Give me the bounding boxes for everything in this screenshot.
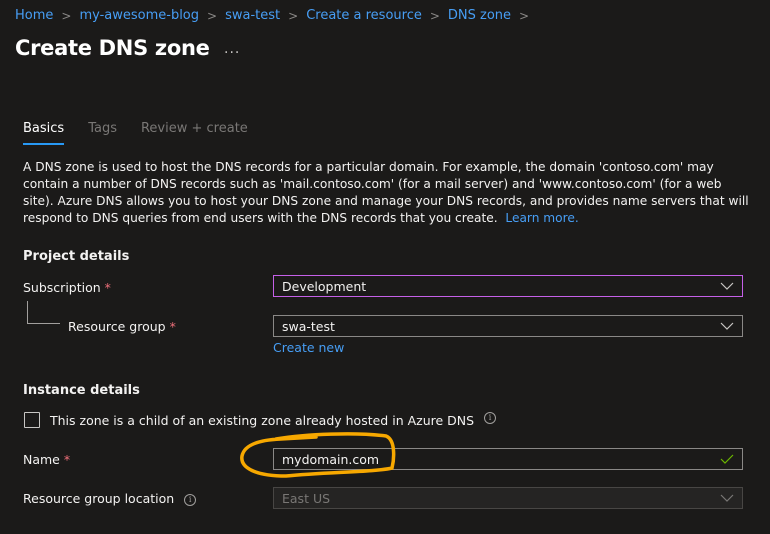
instance-details-heading: Instance details xyxy=(23,383,140,398)
learn-more-link[interactable]: Learn more. xyxy=(505,211,578,225)
chevron-down-icon xyxy=(720,322,734,330)
chevron-down-icon xyxy=(720,494,734,502)
resource-group-label: Resource group * xyxy=(68,319,176,334)
breadcrumb-create-resource[interactable]: Create a resource xyxy=(306,8,422,23)
project-details-heading: Project details xyxy=(23,249,130,264)
page-title: Create DNS zone xyxy=(15,36,210,60)
subscription-dropdown[interactable]: Development xyxy=(273,275,743,297)
chevron-right-icon: > xyxy=(61,8,72,23)
child-zone-label-text: This zone is a child of an existing zone… xyxy=(50,413,475,428)
location-label: Resource group location i xyxy=(23,491,197,506)
tree-connector xyxy=(27,301,60,324)
name-label: Name * xyxy=(23,452,70,467)
tab-review-create[interactable]: Review + create xyxy=(141,121,248,145)
checkmark-icon xyxy=(720,454,734,464)
chevron-right-icon: > xyxy=(207,8,218,23)
more-options-icon[interactable]: ... xyxy=(224,41,240,57)
info-icon[interactable]: i xyxy=(184,493,197,506)
resource-group-dropdown[interactable]: swa-test xyxy=(273,315,743,337)
chevron-right-icon: > xyxy=(519,8,530,23)
required-marker: * xyxy=(63,452,71,467)
description-text: A DNS zone is used to host the DNS recor… xyxy=(23,160,749,225)
breadcrumb-blog[interactable]: my-awesome-blog xyxy=(79,8,199,23)
name-label-text: Name xyxy=(23,452,60,467)
breadcrumb-resource-group[interactable]: swa-test xyxy=(225,8,280,23)
subscription-label: Subscription * xyxy=(23,280,111,295)
child-zone-checkbox[interactable] xyxy=(24,412,40,428)
required-marker: * xyxy=(104,280,111,295)
breadcrumb-home[interactable]: Home xyxy=(15,8,53,23)
tab-basics[interactable]: Basics xyxy=(23,121,65,145)
subscription-label-text: Subscription xyxy=(23,280,101,295)
location-dropdown: East US xyxy=(273,487,743,509)
chevron-right-icon: > xyxy=(429,8,440,23)
description: A DNS zone is used to host the DNS recor… xyxy=(23,159,753,227)
create-new-link[interactable]: Create new xyxy=(273,340,344,355)
chevron-right-icon: > xyxy=(288,8,299,23)
chevron-down-icon xyxy=(720,282,734,290)
resource-group-label-text: Resource group xyxy=(68,319,166,334)
resource-group-value: swa-test xyxy=(282,318,335,334)
tab-bar: Basics Tags Review + create xyxy=(23,121,248,145)
tab-tags[interactable]: Tags xyxy=(88,121,117,145)
breadcrumb-dns-zone[interactable]: DNS zone xyxy=(448,8,511,23)
location-label-text: Resource group location xyxy=(23,491,175,506)
required-marker: * xyxy=(169,319,176,334)
info-icon[interactable]: i xyxy=(484,411,497,424)
location-value: East US xyxy=(282,490,331,506)
annotation-circle xyxy=(240,432,396,478)
breadcrumb: Home > my-awesome-blog > swa-test > Crea… xyxy=(15,8,537,23)
subscription-value: Development xyxy=(282,278,367,294)
child-zone-label: This zone is a child of an existing zone… xyxy=(50,411,497,428)
